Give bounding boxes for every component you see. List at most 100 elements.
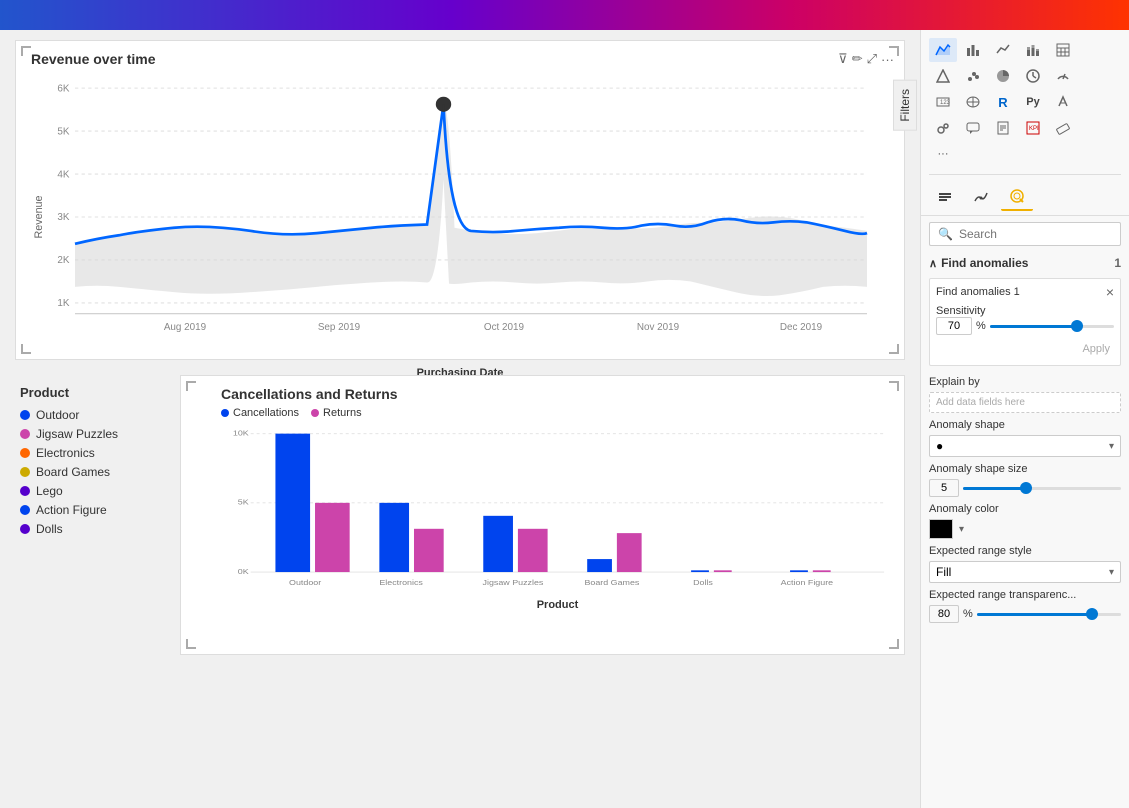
size-slider-thumb[interactable] <box>1020 482 1032 494</box>
transparency-value[interactable]: 80 <box>929 605 959 623</box>
edit-icon[interactable]: ✏ <box>852 51 863 67</box>
anomaly-color-row: ▾ <box>929 519 1121 539</box>
anomaly-shape-label: Anomaly shape <box>929 419 1121 431</box>
document-icon[interactable] <box>989 116 1017 140</box>
electronics-cancellations-bar[interactable] <box>379 503 409 572</box>
more-icon[interactable]: ··· <box>881 52 894 67</box>
find-anomalies-count: 1 <box>1114 256 1121 270</box>
transparency-slider-thumb[interactable] <box>1086 608 1098 620</box>
sensitivity-slider[interactable] <box>990 319 1114 333</box>
expected-range-transparency-label: Expected range transparenc... <box>929 589 1121 601</box>
anomaly-color-swatch[interactable] <box>929 519 953 539</box>
jigsaw-returns-bar[interactable] <box>518 529 548 572</box>
top-bar <box>0 0 1129 30</box>
transparency-slider-track <box>977 613 1121 616</box>
r-icon[interactable]: R <box>989 90 1017 114</box>
size-slider-track <box>963 487 1121 490</box>
find-anomalies-header[interactable]: ∧ Find anomalies 1 <box>921 252 1129 274</box>
outdoor-cancellations-bar[interactable] <box>275 434 310 572</box>
anomaly-size-row: 5 <box>929 479 1121 497</box>
kpi-icon[interactable]: KPI <box>1019 116 1047 140</box>
anomaly-card: Find anomalies 1 × Sensitivity 70 % Appl… <box>929 278 1121 366</box>
revenue-chart-title: Revenue over time <box>31 51 889 67</box>
svg-text:123: 123 <box>940 100 950 106</box>
returns-label: Returns <box>323 407 362 419</box>
electronics-returns-bar[interactable] <box>414 529 444 572</box>
dolls-cancellations-bar[interactable] <box>691 570 709 572</box>
expand-icon[interactable]: ⤢ <box>867 51 877 67</box>
bubble-chart-icon[interactable] <box>929 116 957 140</box>
search-icon: 🔍 <box>938 227 953 241</box>
ai-icon[interactable] <box>1049 90 1077 114</box>
filter-icon[interactable]: ⊽ <box>838 51 848 67</box>
svg-text:Sep 2019: Sep 2019 <box>318 322 360 333</box>
sensitivity-value[interactable]: 70 <box>936 317 972 335</box>
table-icon[interactable] <box>1049 38 1077 62</box>
search-box[interactable]: 🔍 <box>929 222 1121 246</box>
clock-icon[interactable] <box>1019 64 1047 88</box>
color-dropdown-arrow[interactable]: ▾ <box>959 524 964 535</box>
explain-by-box[interactable]: Add data fields here <box>929 392 1121 413</box>
transparency-slider[interactable] <box>977 607 1121 621</box>
bottom-section: Product Outdoor Jigsaw Puzzles Electroni… <box>15 375 905 655</box>
dolls-returns-bar[interactable] <box>714 570 732 572</box>
format-icon[interactable] <box>929 183 961 211</box>
cancellations-dot <box>221 409 229 417</box>
svg-text:5K: 5K <box>238 497 249 506</box>
expected-range-style-label: Expected range style <box>929 545 1121 557</box>
anomaly-size-value[interactable]: 5 <box>929 479 959 497</box>
lego-dot <box>20 486 30 496</box>
line-chart-icon[interactable] <box>989 38 1017 62</box>
smart-narrative-icon[interactable] <box>1001 183 1033 211</box>
jigsaw-cancellations-bar[interactable] <box>483 516 513 572</box>
anomaly-shape-dropdown[interactable]: ● ▾ <box>929 435 1121 457</box>
scatter-icon[interactable] <box>959 64 987 88</box>
boardgames-returns-bar[interactable] <box>617 533 642 572</box>
svg-text:Electronics: Electronics <box>379 578 423 587</box>
py-icon[interactable]: Py <box>1019 90 1047 114</box>
analytics-icon[interactable] <box>965 183 997 211</box>
shape-dropdown-arrow: ▾ <box>1109 441 1114 452</box>
legend-item-lego: Lego <box>20 484 175 498</box>
product-legend: Product Outdoor Jigsaw Puzzles Electroni… <box>15 375 180 655</box>
outdoor-returns-bar[interactable] <box>315 503 350 572</box>
svg-text:KPI: KPI <box>1029 126 1039 132</box>
legend-item-electronics: Electronics <box>20 446 175 460</box>
size-slider[interactable] <box>963 481 1121 495</box>
expected-range-style-value: Fill <box>936 565 951 579</box>
svg-text:Aug 2019: Aug 2019 <box>164 322 206 333</box>
area-chart-icon[interactable] <box>929 38 957 62</box>
gauge-icon[interactable] <box>1049 64 1077 88</box>
bar-x-axis-label: Product <box>221 599 894 611</box>
eraser-icon[interactable] <box>1049 116 1077 140</box>
electronics-label: Electronics <box>36 446 95 460</box>
expected-range-style-dropdown[interactable]: Fill ▾ <box>929 561 1121 583</box>
pie-chart-icon[interactable] <box>989 64 1017 88</box>
anomaly-card-title: Find anomalies 1 <box>936 286 1020 298</box>
stacked-bar-icon[interactable] <box>1019 38 1047 62</box>
boardgames-cancellations-bar[interactable] <box>587 559 612 572</box>
actionfigure-returns-bar[interactable] <box>813 570 831 572</box>
more-visuals-icon[interactable]: ··· <box>929 142 957 166</box>
bar-chart-icon[interactable] <box>959 38 987 62</box>
svg-text:3K: 3K <box>57 212 70 223</box>
svg-text:6K: 6K <box>57 83 70 94</box>
svg-text:1K: 1K <box>57 298 70 309</box>
slider-thumb[interactable] <box>1071 320 1083 332</box>
map-icon[interactable] <box>959 90 987 114</box>
anomaly-card-close[interactable]: × <box>1106 285 1114 299</box>
boardgames-label: Board Games <box>36 465 110 479</box>
boardgames-dot <box>20 467 30 477</box>
search-input[interactable] <box>959 227 1114 241</box>
settings-section: Explain by Add data fields here Anomaly … <box>921 370 1129 633</box>
card-icon[interactable]: 123 <box>929 90 957 114</box>
speech-icon[interactable] <box>959 116 987 140</box>
actionfigure-dot <box>20 505 30 515</box>
triangle-chart-icon[interactable] <box>929 64 957 88</box>
product-legend-title: Product <box>20 385 175 400</box>
svg-text:4K: 4K <box>57 169 70 180</box>
legend-item-jigsaw: Jigsaw Puzzles <box>20 427 175 441</box>
filters-tab[interactable]: Filters <box>893 80 917 131</box>
apply-button[interactable]: Apply <box>1082 343 1110 355</box>
actionfigure-cancellations-bar[interactable] <box>790 570 808 572</box>
